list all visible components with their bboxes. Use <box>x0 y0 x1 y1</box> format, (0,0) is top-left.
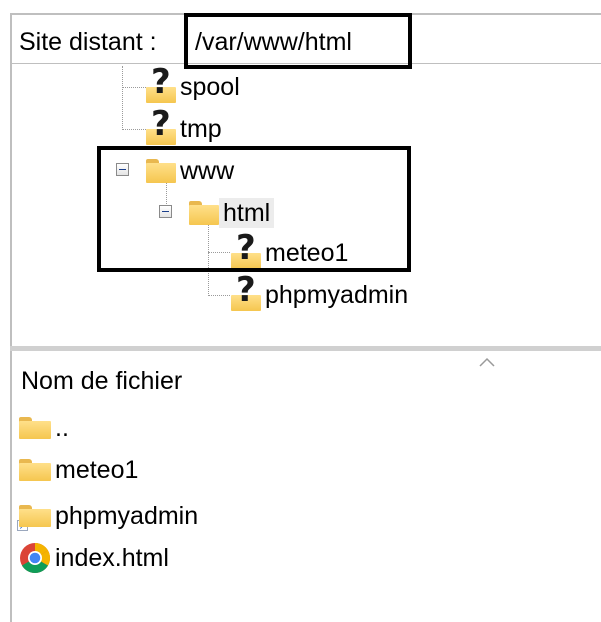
remote-directory-tree[interactable]: ? spool ? tmp www html ? meteo1 ? phpmya… <box>14 63 601 348</box>
tree-node-html[interactable]: html <box>189 194 275 232</box>
tree-node-spool[interactable]: ? spool <box>146 63 244 106</box>
tree-node-label: spool <box>180 73 240 101</box>
remote-site-label: Site distant : <box>19 28 157 56</box>
file-row-index-html[interactable]: index.html <box>19 538 169 578</box>
folder-icon <box>146 159 176 183</box>
tree-connector <box>208 224 209 296</box>
collapse-www-icon[interactable] <box>116 163 129 176</box>
tree-node-meteo1[interactable]: ? meteo1 <box>231 229 352 272</box>
unknown-folder-icon: ? <box>231 229 261 269</box>
tree-node-phpmyadmin[interactable]: ? phpmyadmin <box>231 271 412 314</box>
chrome-html-icon <box>20 543 51 574</box>
folder-icon <box>19 459 51 481</box>
tree-node-label: tmp <box>180 115 222 143</box>
tree-connector <box>122 129 146 130</box>
sort-ascending-icon <box>479 357 495 367</box>
filename-column-header[interactable]: Nom de fichier <box>21 364 182 398</box>
folder-icon <box>19 417 51 439</box>
unknown-folder-icon: ? <box>231 271 261 311</box>
tree-connector <box>208 252 230 253</box>
unknown-folder-icon: ? <box>146 105 176 145</box>
file-row-meteo1[interactable]: meteo1 <box>19 450 138 490</box>
folder-icon <box>189 201 219 225</box>
address-bar-bottom-border <box>10 63 601 64</box>
file-row-phpmyadmin[interactable]: ↗ phpmyadmin <box>17 496 199 536</box>
file-row-parent[interactable]: .. <box>19 408 69 448</box>
file-name: .. <box>55 414 69 442</box>
file-name: meteo1 <box>55 456 139 484</box>
tree-connector <box>208 295 230 296</box>
remote-file-list[interactable]: Nom de fichier .. meteo1 ↗ phpmyadmin in… <box>14 352 601 622</box>
tree-connector <box>122 87 146 88</box>
collapse-html-icon[interactable] <box>159 205 172 218</box>
panel-left-border <box>10 13 12 622</box>
tree-node-label: meteo1 <box>265 239 349 267</box>
tree-node-tmp[interactable]: ? tmp <box>146 105 226 148</box>
tree-node-label: html <box>219 198 275 228</box>
panel-top-border <box>10 13 601 15</box>
file-name: index.html <box>55 544 169 572</box>
tree-connector <box>122 66 123 130</box>
tree-node-www[interactable]: www <box>146 152 238 190</box>
unknown-folder-icon: ? <box>146 63 176 103</box>
tree-node-label: www <box>180 157 235 185</box>
tree-node-label: phpmyadmin <box>265 281 409 309</box>
remote-path-input[interactable] <box>193 25 583 59</box>
folder-shortcut-icon: ↗ <box>17 505 51 531</box>
file-name: phpmyadmin <box>55 502 199 530</box>
